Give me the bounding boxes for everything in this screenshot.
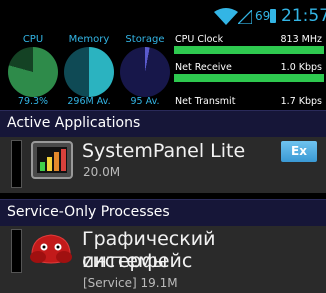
signal-icon (238, 10, 252, 24)
cpu-pie-gauge[interactable] (8, 47, 58, 97)
net-receive-value: 1.0 Kbps (280, 62, 322, 73)
android-icon (30, 234, 72, 264)
process-usage-bar (11, 229, 22, 273)
service-processes-title: Service-Only Processes (7, 204, 170, 220)
memory-gauge-label: Memory (68, 34, 110, 45)
clock: 21:57 (281, 6, 326, 26)
storage-gauge-value: 95 Av. (130, 96, 160, 107)
process-usage-bar (11, 140, 22, 188)
app-memory: 20.0M (83, 165, 121, 179)
status-bar (0, 0, 326, 26)
cpu-clock-bar (174, 46, 324, 54)
cpu-gauge-label: CPU (22, 34, 44, 45)
systempanel-icon (31, 141, 73, 179)
net-receive-label: Net Receive (175, 62, 232, 73)
cpu-clock-value: 813 MHz (280, 34, 322, 45)
memory-pie-gauge[interactable] (64, 47, 114, 97)
app-name: SystemPanel Lite (82, 140, 246, 162)
app-name-line2: системы (82, 250, 168, 272)
storage-pie-gauge[interactable] (120, 47, 170, 97)
wifi-icon (214, 8, 238, 25)
cpu-clock-label: CPU Clock (175, 34, 224, 45)
net-receive-bar (174, 74, 324, 82)
storage-gauge-label: Storage (125, 34, 165, 45)
active-applications-title: Active Applications (7, 115, 141, 131)
battery-icon (270, 9, 276, 23)
cpu-gauge-value: 79.3% (17, 96, 49, 107)
battery-percent: 69 (255, 9, 271, 23)
net-transmit-value: 1.7 Kbps (280, 96, 322, 107)
exit-app-button[interactable]: Ex (281, 141, 317, 162)
app-memory: [Service] 19.1M (83, 276, 178, 290)
memory-gauge-value: 296M Av. (67, 96, 111, 107)
net-transmit-label: Net Transmit (175, 96, 236, 107)
